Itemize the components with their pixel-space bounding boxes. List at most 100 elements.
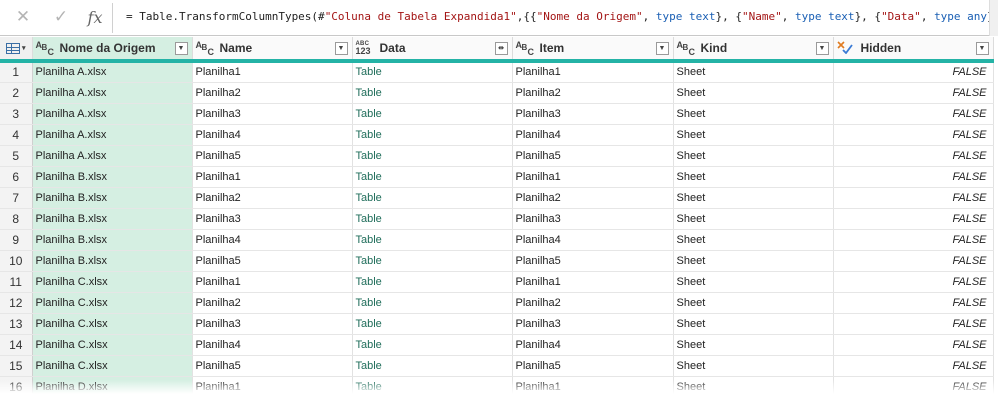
table-cell[interactable]: Planilha2 [512,187,674,209]
cell-hidden[interactable]: FALSE [833,208,994,230]
cell-data[interactable]: Table [352,82,513,104]
table-menu-button[interactable]: ▾ [0,37,33,63]
filter-dropdown-icon[interactable]: ▼ [655,41,669,55]
table-cell[interactable]: Planilha2 [512,82,674,104]
table-cell[interactable]: Planilha4 [192,334,353,356]
column-header[interactable]: A B C Item ▼ [512,37,674,63]
row-number[interactable]: 13 [0,313,33,335]
cell-nome-da-origem[interactable]: Planilha B.xlsx [32,208,193,230]
table-cell[interactable]: Planilha2 [192,82,353,104]
table-cell[interactable]: Sheet [673,229,834,251]
cell-nome-da-origem[interactable]: Planilha B.xlsx [32,229,193,251]
cell-data[interactable]: Table [352,208,513,230]
cell-data[interactable]: Table [352,229,513,251]
table-cell[interactable]: Sheet [673,61,834,83]
cell-hidden[interactable]: FALSE [833,292,994,314]
cell-data[interactable]: Table [352,355,513,377]
table-cell[interactable]: Planilha4 [512,334,674,356]
table-cell[interactable]: Planilha5 [192,250,353,272]
table-cell[interactable]: Planilha3 [192,208,353,230]
cell-hidden[interactable]: FALSE [833,124,994,146]
table-cell[interactable]: Planilha4 [512,124,674,146]
table-cell[interactable]: Planilha2 [512,292,674,314]
table-cell[interactable]: Planilha5 [512,355,674,377]
expand-column-icon[interactable]: ⇹ [494,41,508,55]
cell-data[interactable]: Table [352,187,513,209]
table-cell[interactable]: Sheet [673,124,834,146]
row-number[interactable]: 8 [0,208,33,230]
cell-nome-da-origem[interactable]: Planilha B.xlsx [32,187,193,209]
filter-dropdown-icon[interactable]: ▼ [174,41,188,55]
cell-data[interactable]: Table [352,166,513,188]
any-type-icon[interactable]: ABC 123 [356,40,376,56]
filter-dropdown-icon[interactable]: ▼ [334,41,348,55]
table-cell[interactable]: Planilha3 [512,208,674,230]
logical-type-icon[interactable] [836,40,857,56]
row-number[interactable]: 3 [0,103,33,125]
table-cell[interactable]: Sheet [673,208,834,230]
table-cell[interactable]: Sheet [673,334,834,356]
cell-nome-da-origem[interactable]: Planilha C.xlsx [32,271,193,293]
cell-nome-da-origem[interactable]: Planilha A.xlsx [32,124,193,146]
row-number[interactable]: 11 [0,271,33,293]
filter-dropdown-icon[interactable]: ▼ [815,41,829,55]
column-header[interactable]: Hidden ▼ [833,37,994,63]
row-number[interactable]: 12 [0,292,33,314]
cell-hidden[interactable]: FALSE [833,166,994,188]
cell-hidden[interactable]: FALSE [833,187,994,209]
table-cell[interactable]: Planilha1 [512,61,674,83]
row-number[interactable]: 7 [0,187,33,209]
row-number[interactable]: 2 [0,82,33,104]
cell-data[interactable]: Table [352,292,513,314]
table-cell[interactable]: Planilha3 [192,103,353,125]
cell-nome-da-origem[interactable]: Planilha C.xlsx [32,313,193,335]
cell-data[interactable]: Table [352,271,513,293]
table-cell[interactable]: Sheet [673,313,834,335]
table-cell[interactable]: Sheet [673,250,834,272]
table-cell[interactable]: Sheet [673,103,834,125]
check-icon[interactable]: ✓ [50,6,72,28]
cell-nome-da-origem[interactable]: Planilha A.xlsx [32,82,193,104]
table-cell[interactable]: Planilha5 [512,250,674,272]
cell-nome-da-origem[interactable]: Planilha C.xlsx [32,355,193,377]
cell-hidden[interactable]: FALSE [833,229,994,251]
table-cell[interactable]: Planilha5 [512,145,674,167]
formula-text[interactable]: = Table.TransformColumnTypes(#"Coluna de… [126,10,998,23]
filter-dropdown-icon[interactable]: ▼ [975,41,989,55]
cell-data[interactable]: Table [352,313,513,335]
table-cell[interactable]: Planilha2 [192,292,353,314]
table-cell[interactable]: Planilha4 [192,124,353,146]
table-cell[interactable]: Planilha2 [192,187,353,209]
close-icon[interactable]: ✕ [12,6,34,28]
row-number[interactable]: 6 [0,166,33,188]
cell-nome-da-origem[interactable]: Planilha B.xlsx [32,166,193,188]
cell-data[interactable]: Table [352,145,513,167]
cell-data[interactable]: Table [352,124,513,146]
cell-nome-da-origem[interactable]: Planilha C.xlsx [32,292,193,314]
cell-hidden[interactable]: FALSE [833,61,994,83]
cell-data[interactable]: Table [352,334,513,356]
row-number[interactable]: 1 [0,61,33,83]
cell-nome-da-origem[interactable]: Planilha A.xlsx [32,103,193,125]
column-header[interactable]: ABC 123 Data ⇹ [352,37,513,63]
cell-hidden[interactable]: FALSE [833,103,994,125]
table-cell[interactable]: Planilha5 [192,355,353,377]
row-number[interactable]: 14 [0,334,33,356]
table-cell[interactable]: Planilha1 [192,166,353,188]
cell-hidden[interactable]: FALSE [833,334,994,356]
table-cell[interactable]: Planilha3 [512,103,674,125]
table-cell[interactable]: Sheet [673,292,834,314]
table-cell[interactable]: Sheet [673,82,834,104]
table-cell[interactable]: Planilha1 [192,61,353,83]
table-cell[interactable]: Planilha1 [192,271,353,293]
row-number[interactable]: 5 [0,145,33,167]
cell-hidden[interactable]: FALSE [833,250,994,272]
row-number[interactable]: 9 [0,229,33,251]
table-cell[interactable]: Sheet [673,166,834,188]
cell-nome-da-origem[interactable]: Planilha A.xlsx [32,61,193,83]
table-cell[interactable]: Sheet [673,271,834,293]
text-type-icon[interactable]: ABC [196,40,216,57]
table-cell[interactable]: Planilha4 [512,229,674,251]
cell-hidden[interactable]: FALSE [833,145,994,167]
table-cell[interactable]: Planilha1 [512,271,674,293]
